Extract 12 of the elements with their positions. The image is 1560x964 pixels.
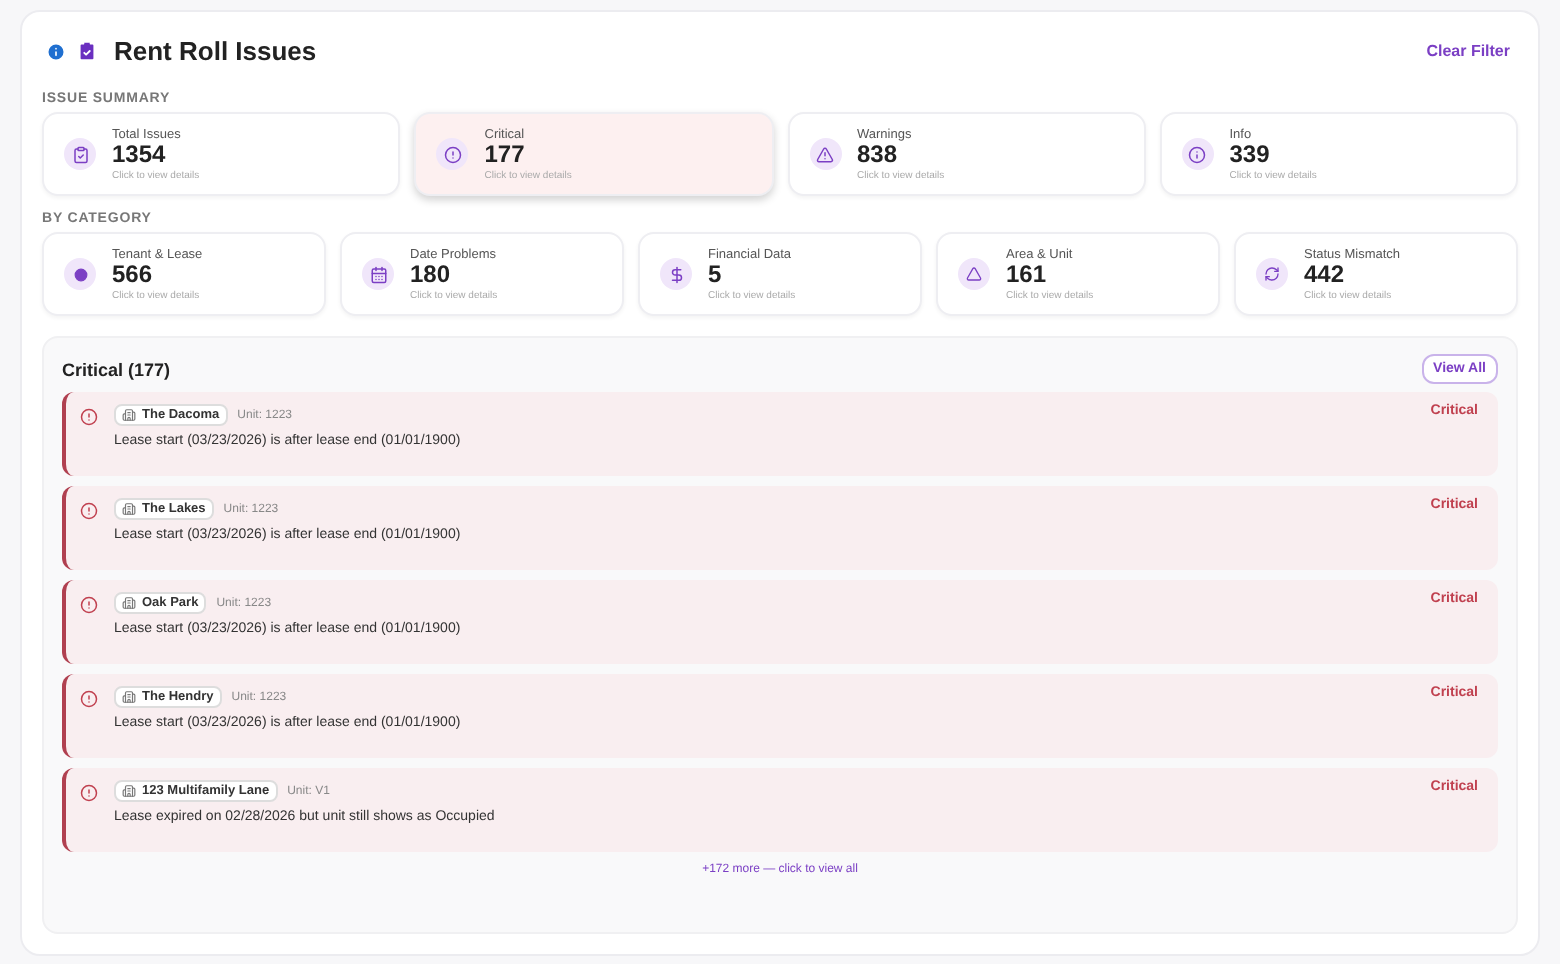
card-count: 180 (410, 261, 453, 287)
card-count: 566 (112, 261, 155, 287)
clear-filter-link[interactable]: Clear Filter (1426, 42, 1510, 60)
card-count: 161 (1006, 261, 1049, 287)
card-count: 442 (1304, 261, 1347, 287)
card-count: 339 (1229, 141, 1272, 167)
card-count: 177 (484, 141, 527, 167)
page-title: Rent Roll Issues (114, 36, 317, 66)
card-count: 1354 (112, 141, 168, 167)
card-count: 838 (857, 141, 898, 167)
panel-title: Critical (177) (62, 359, 171, 379)
card-count: 5 (708, 261, 724, 287)
